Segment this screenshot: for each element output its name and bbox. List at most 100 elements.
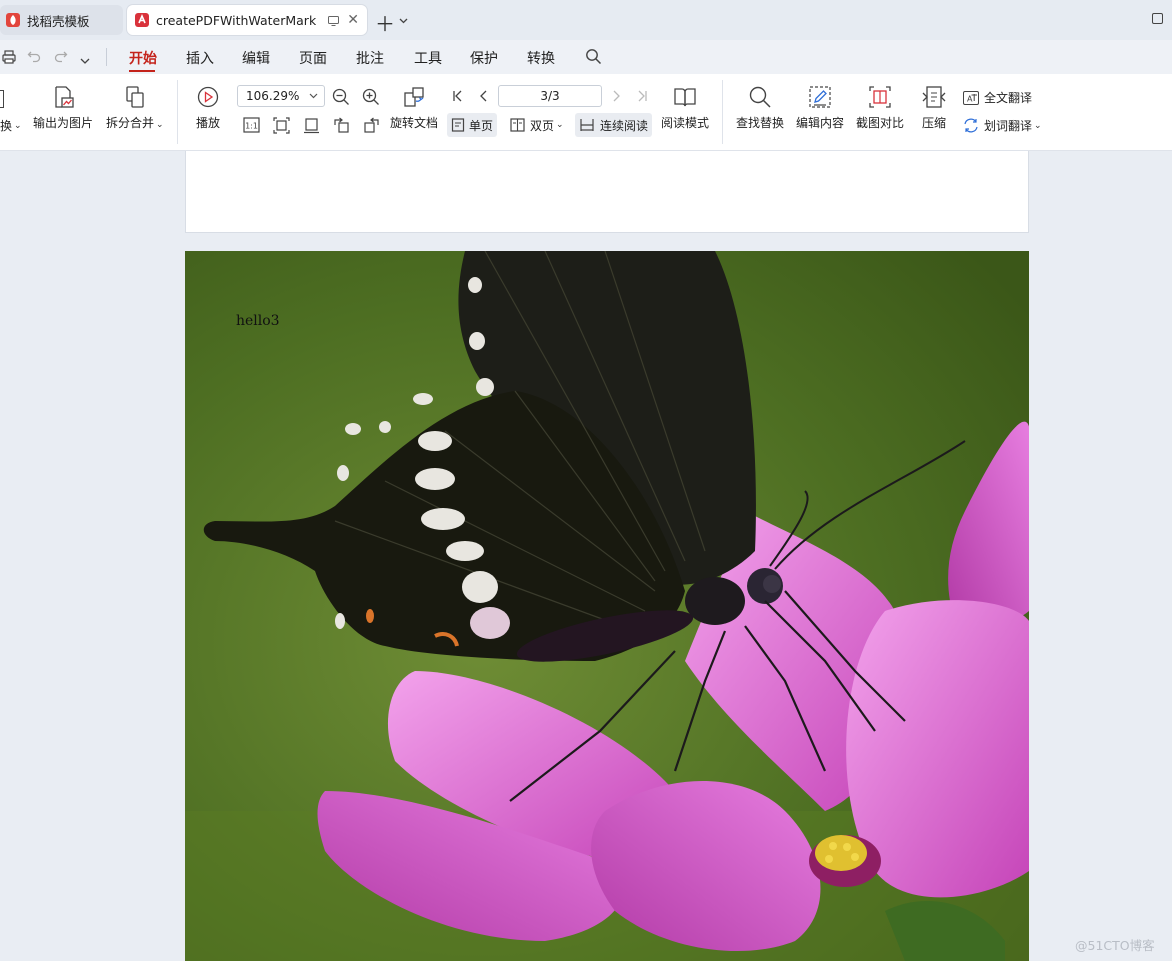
- menu-bar: 开始 插入 编辑 页面 批注 工具 保护 转换: [0, 40, 1172, 74]
- new-tab-icon[interactable]: ＋: [375, 8, 395, 37]
- divider: [722, 80, 723, 144]
- menu-tools[interactable]: 工具: [414, 48, 442, 68]
- page-number-field[interactable]: 3/3: [498, 85, 602, 107]
- book-icon: [674, 88, 696, 107]
- document-view[interactable]: hello3: [0, 151, 1172, 961]
- pdf-page-previous: [185, 151, 1029, 233]
- continuous-reading-label: 连续阅读: [600, 118, 649, 133]
- previous-page-icon[interactable]: [477, 89, 491, 103]
- single-page-label: 单页: [469, 118, 494, 133]
- chevron-down-icon: [309, 86, 318, 114]
- tab-label: createPDFWithWaterMark2.pdf: [156, 12, 316, 28]
- menu-start[interactable]: 开始: [129, 48, 157, 68]
- monitor-icon[interactable]: [328, 14, 339, 29]
- play-icon: [197, 86, 219, 108]
- compress-icon: [922, 86, 946, 108]
- play-label: 播放: [195, 116, 220, 130]
- rotate-document-icon: [404, 87, 424, 107]
- edit-content-button[interactable]: 编辑内容: [796, 84, 844, 131]
- next-page-icon[interactable]: [609, 89, 623, 103]
- menu-page[interactable]: 页面: [299, 48, 327, 68]
- rotate-document-label: 旋转文档: [390, 116, 439, 130]
- compress-label: 压缩: [921, 116, 946, 130]
- find-replace-button[interactable]: 查找替换: [736, 84, 784, 131]
- tab-bar: 找稻壳模板 createPDFWithWaterMark2.pdf ✕ ＋: [0, 0, 1172, 40]
- split-merge-button[interactable]: 拆分合并 ⌄: [106, 84, 164, 131]
- zoom-out-icon[interactable]: [332, 88, 350, 106]
- watermark-text: hello3: [236, 313, 280, 329]
- screenshot-compare-label: 截图对比: [856, 116, 905, 130]
- search-icon: [749, 86, 771, 108]
- zoom-value: 106.29%: [246, 89, 300, 103]
- zoom-select[interactable]: 106.29%: [237, 85, 325, 107]
- translate-icon: A: [963, 90, 979, 105]
- tab-label: 找稻壳模板: [27, 13, 90, 29]
- close-tab-icon[interactable]: ✕: [347, 12, 359, 28]
- screenshot-compare-button[interactable]: 截图对比: [856, 84, 904, 131]
- continuous-reading-button[interactable]: 连续阅读: [575, 113, 653, 137]
- screenshot-compare-icon: [869, 86, 891, 108]
- ribbon-toolbar: 换 ⌄ 输出为图片 拆分合并 ⌄ 播放 106.29% 1:1 旋转文档 3/3…: [0, 74, 1172, 151]
- continuous-reading-icon: [580, 119, 594, 131]
- menu-annotate[interactable]: 批注: [356, 48, 384, 68]
- svg-text:1:1: 1:1: [245, 122, 258, 131]
- double-page-label: 双页: [530, 118, 555, 133]
- menu-edit[interactable]: 编辑: [242, 48, 270, 68]
- play-button[interactable]: 播放: [195, 84, 221, 131]
- convert-label: 换: [0, 119, 13, 133]
- divider: [177, 80, 178, 144]
- site-watermark: @51CTO博客: [1075, 938, 1155, 953]
- edit-content-label: 编辑内容: [796, 116, 845, 130]
- menu-convert[interactable]: 转换: [527, 48, 555, 68]
- fit-width-icon[interactable]: [303, 117, 320, 134]
- word-translate-button[interactable]: 划词翻译 ⌄: [963, 117, 1042, 134]
- word-translate-icon: [964, 118, 978, 133]
- undo-icon[interactable]: [27, 49, 41, 66]
- full-text-translate-button[interactable]: A 全文翻译: [963, 89, 1032, 106]
- restore-window-icon[interactable]: [1152, 13, 1163, 24]
- compress-button[interactable]: 压缩: [921, 84, 947, 131]
- chevron-down-icon[interactable]: [399, 13, 408, 27]
- active-menu-indicator: [129, 70, 155, 72]
- chevron-down-icon[interactable]: [80, 53, 90, 67]
- fit-page-icon[interactable]: [273, 117, 290, 134]
- rotate-right-icon[interactable]: [363, 117, 380, 134]
- redo-icon[interactable]: [54, 49, 68, 66]
- single-page-button[interactable]: 单页: [447, 113, 498, 137]
- convert-button[interactable]: 换 ⌄: [0, 117, 22, 134]
- print-icon[interactable]: [0, 49, 16, 68]
- split-merge-icon: [126, 86, 144, 108]
- menu-insert[interactable]: 插入: [186, 48, 214, 68]
- full-translate-label: 全文翻译: [984, 91, 1033, 105]
- first-page-icon[interactable]: [451, 89, 465, 103]
- export-image-label: 输出为图片: [33, 116, 94, 130]
- split-merge-label: 拆分合并 ⌄: [106, 116, 164, 130]
- tab-pdf-document[interactable]: createPDFWithWaterMark2.pdf ✕: [127, 5, 367, 35]
- rotate-document-button[interactable]: 旋转文档: [390, 84, 438, 131]
- reading-mode-button[interactable]: 阅读模式: [661, 84, 709, 131]
- search-icon[interactable]: [585, 48, 602, 68]
- menu-protect[interactable]: 保护: [470, 48, 498, 68]
- pdf-icon: [135, 13, 149, 27]
- double-page-button[interactable]: 双页 ⌄: [510, 113, 564, 137]
- single-page-icon: [451, 118, 465, 132]
- tab-docer-templates[interactable]: 找稻壳模板: [0, 5, 123, 35]
- divider: [106, 48, 107, 66]
- pdf-page-current: hello3: [185, 251, 1029, 961]
- word-translate-label: 划词翻译: [984, 119, 1033, 133]
- export-image-icon: [55, 86, 74, 108]
- edit-content-icon: [809, 86, 831, 108]
- convert-icon: [0, 90, 4, 108]
- svg-text:A: A: [967, 94, 973, 103]
- zoom-in-icon[interactable]: [362, 88, 380, 106]
- double-page-icon: [510, 118, 525, 132]
- actual-size-icon[interactable]: 1:1: [243, 117, 260, 133]
- page-indicator: 3/3: [540, 89, 560, 103]
- find-replace-label: 查找替换: [736, 116, 785, 130]
- butterfly-photo: [185, 251, 1029, 961]
- export-image-button[interactable]: 输出为图片: [33, 84, 93, 131]
- rotate-left-icon[interactable]: [333, 117, 350, 134]
- last-page-icon[interactable]: [635, 89, 649, 103]
- docer-icon: [6, 13, 20, 27]
- reading-mode-label: 阅读模式: [661, 116, 710, 130]
